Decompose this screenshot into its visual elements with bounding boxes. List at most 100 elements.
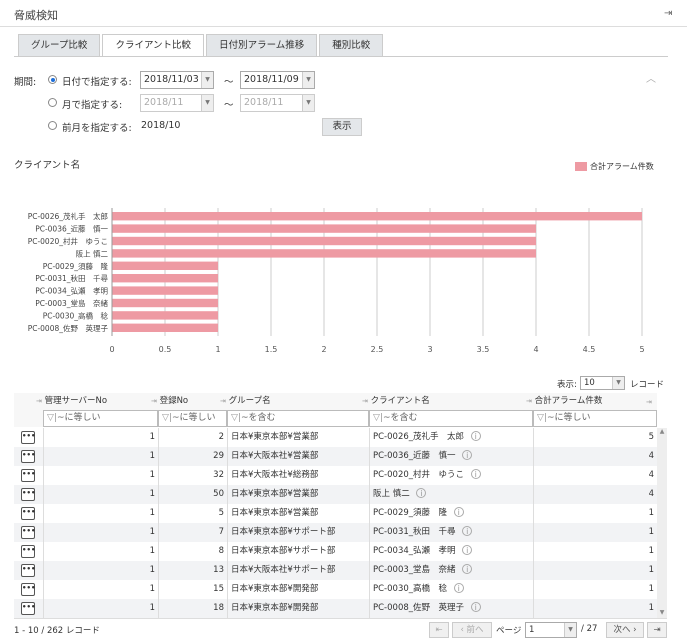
row-menu-button[interactable]: ••• [21,488,35,501]
column-filter-input[interactable]: ▽|~に等しい [158,410,227,427]
row-menu-button[interactable]: ••• [21,564,35,577]
tab-client-compare[interactable]: クライアント比較 [102,34,205,57]
bar [112,311,218,320]
pin-icon[interactable]: ⇥ [646,398,652,406]
cell-value: 1 [648,546,654,556]
scroll-up-icon[interactable]: ▲ [657,428,667,435]
logout-icon[interactable]: ⇥ [664,8,672,19]
cell-value: 32 [213,470,224,480]
info-icon[interactable]: i [462,526,473,536]
month-from-select[interactable]: 2018/11 ▼ [140,94,214,112]
tab-daily-alarm[interactable]: 日付別アラーム推移 [206,34,318,56]
bar [112,249,536,258]
filter-icon[interactable]: ▽| [47,413,57,423]
filter-icon[interactable]: ▽| [231,413,241,423]
table-row[interactable]: ••• 1 32 日本¥大阪本社¥総務部 PC-0020_村井 ゆうこ i 4 [14,466,657,485]
table-row[interactable]: ••• 1 18 日本¥東京本部¥開発部 PC-0008_佐野 英理子 i 1 [14,599,657,618]
tab-group-compare[interactable]: グループ比較 [18,34,101,56]
table-row[interactable]: ••• 1 5 日本¥東京本部¥営業部 PC-0029_須藤 隆 i 1 [14,504,657,523]
info-icon[interactable]: i [416,488,427,498]
collapse-icon[interactable]: ︿ [646,70,656,85]
period-label: 期間: [14,77,37,88]
date-to-value: 2018/11/09 [244,74,299,85]
x-tick-label: 2 [321,345,326,354]
table-row[interactable]: ••• 1 29 日本¥大阪本社¥営業部 PC-0036_近藤 慎一 i 4 [14,447,657,466]
pin-icon[interactable]: ⇥ [362,397,368,405]
bar [112,236,536,246]
table-row[interactable]: ••• 1 2 日本¥東京本部¥営業部 PC-0026_茂礼手 太郎 i 5 [14,428,657,447]
info-icon[interactable]: i [462,564,473,574]
radio-prev-month[interactable] [48,121,57,130]
pin-icon[interactable]: ⇥ [220,397,226,405]
next-page-button[interactable]: 次へ › [606,622,644,638]
by-month-label: 月で指定する: [62,100,123,111]
column-header[interactable]: ⇥ 合計アラーム件数 [526,393,657,410]
show-button[interactable]: 表示 [322,118,362,136]
first-page-button[interactable]: ⇤ [429,622,449,638]
category-label: PC-0031_秋田 千尋 [35,273,108,283]
cell-value: PC-0026_茂礼手 太郎 [373,432,465,442]
last-page-button[interactable]: ⇥ [647,622,667,638]
table-scrollbar[interactable]: ▲ ▼ [657,428,667,618]
month-to-select[interactable]: 2018/11 ▼ [240,94,315,112]
cell-value: 日本¥東京本部¥サポート部 [231,546,336,556]
filter-icon[interactable]: ▽| [162,413,172,423]
scroll-down-icon[interactable]: ▼ [657,609,667,616]
category-label: 阪上 慎二 [76,248,109,258]
cell-value: 13 [213,565,224,575]
info-icon[interactable]: i [470,431,481,441]
info-icon[interactable]: i [470,602,481,612]
record-summary: 1 - 10 / 262 レコード [14,626,100,636]
date-from-select[interactable]: 2018/11/03 ▼ [140,71,214,89]
bar [112,274,218,283]
column-header[interactable]: ⇥ クライアント名 [362,393,533,410]
column-filter-input[interactable]: ▽|~に等しい [43,410,158,427]
date-to-select[interactable]: 2018/11/09 ▼ [240,71,315,89]
pin-icon[interactable]: ⇥ [526,397,532,405]
x-tick-label: 0 [109,345,114,354]
tab-type-compare[interactable]: 種別比較 [319,34,384,56]
page-select[interactable]: 1 ▼ [525,622,577,638]
column-filter-input[interactable]: ▽|~に等しい [533,410,657,427]
row-menu-button[interactable]: ••• [21,431,35,444]
row-menu-button[interactable]: ••• [21,507,35,520]
row-menu-button[interactable]: ••• [21,526,35,539]
cell-value: 4 [648,489,654,499]
column-filter-input[interactable]: ▽|~を含む [227,410,369,427]
pin-icon[interactable]: ⇥ [151,397,157,405]
radio-by-date[interactable] [48,75,57,84]
column-header[interactable]: ⇥ グループ名 [220,393,369,410]
x-tick-label: 2.5 [371,345,384,354]
x-tick-label: 1.5 [265,345,278,354]
cell-value: 日本¥大阪本社¥総務部 [231,470,319,480]
page-size-select[interactable]: 10 ▼ [580,376,625,390]
table-row[interactable]: ••• 1 15 日本¥東京本部¥開発部 PC-0030_高橋 稔 i 1 [14,580,657,599]
filter-icon[interactable]: ▽| [537,413,547,423]
prev-page-button[interactable]: ‹ 前へ [452,622,492,638]
radio-by-month[interactable] [48,98,57,107]
table-row[interactable]: ••• 1 7 日本¥東京本部¥サポート部 PC-0031_秋田 千尋 i 1 [14,523,657,542]
info-icon[interactable]: i [470,469,481,479]
column-header[interactable]: ⇥ 管理サーバーNo [36,393,158,410]
row-menu-button[interactable]: ••• [21,469,35,482]
row-menu-button[interactable]: ••• [21,583,35,596]
x-tick-label: 5 [639,345,644,354]
filter-placeholder: ~に等しい [546,413,591,423]
column-header[interactable]: ⇥ 登録No [151,393,227,410]
table-row[interactable]: ••• 1 8 日本¥東京本部¥サポート部 PC-0034_弘瀬 孝明 i 1 [14,542,657,561]
row-menu-button[interactable]: ••• [21,545,35,558]
prev-month-value: 2018/10 [141,120,181,131]
info-icon[interactable]: i [453,583,464,593]
pin-icon[interactable]: ⇥ [36,397,42,405]
x-tick-label: 4.5 [583,345,596,354]
table-row[interactable]: ••• 1 50 日本¥東京本部¥営業部 阪上 慎二 i 4 [14,485,657,504]
table-row[interactable]: ••• 1 13 日本¥大阪本社¥サポート部 PC-0003_堂島 奈緒 i 1 [14,561,657,580]
info-icon[interactable]: i [462,545,473,555]
month-from-value: 2018/11 [144,97,184,108]
info-icon[interactable]: i [462,450,473,460]
row-menu-button[interactable]: ••• [21,450,35,463]
row-menu-button[interactable]: ••• [21,602,35,615]
column-filter-input[interactable]: ▽|~を含む [369,410,533,427]
info-icon[interactable]: i [453,507,464,517]
filter-icon[interactable]: ▽| [373,413,383,423]
